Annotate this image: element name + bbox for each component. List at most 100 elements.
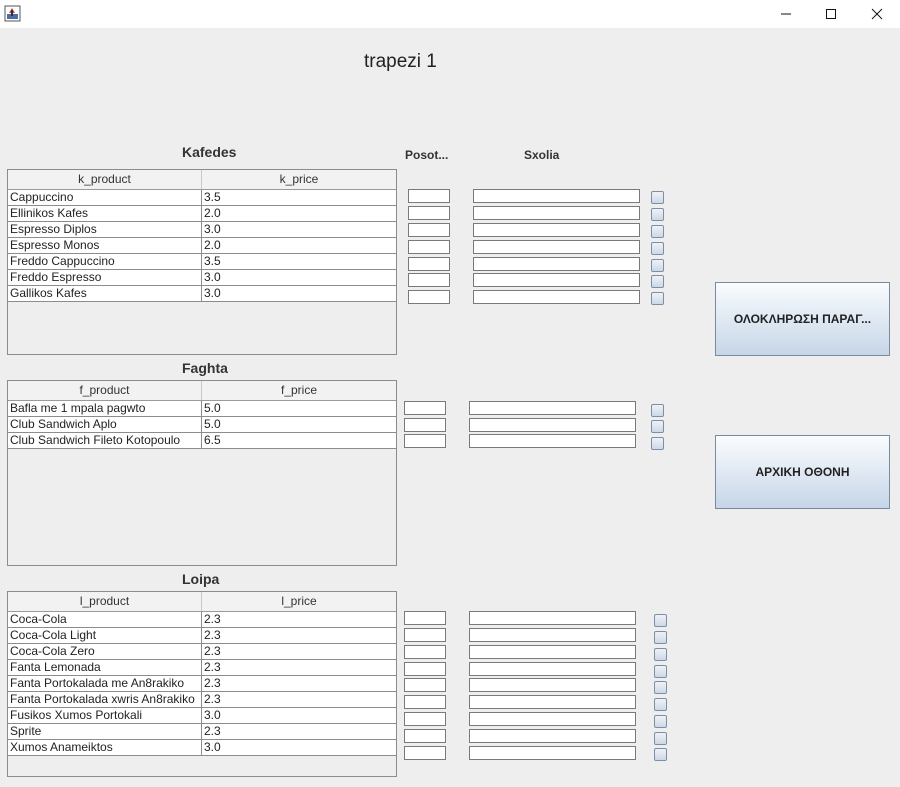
minimize-icon — [781, 13, 791, 15]
item-checkbox[interactable] — [654, 732, 667, 745]
column-header-product[interactable]: f_product — [8, 381, 202, 400]
table-kafedes[interactable]: k_product k_price Cappuccino 3.5 Elliniko… — [7, 169, 397, 355]
quantity-field[interactable] — [404, 678, 446, 692]
product-cell: Club Sandwich Fileto Kotopoulo — [8, 433, 202, 448]
table-row[interactable]: Cappuccino 3.5 — [8, 190, 396, 206]
table-row[interactable]: Club Sandwich Fileto Kotopoulo 6.5 — [8, 433, 396, 449]
item-checkbox[interactable] — [654, 614, 667, 627]
table-row[interactable]: Fusikos Xumos Portokali 3.0 — [8, 708, 396, 724]
comment-field[interactable] — [469, 434, 636, 448]
comment-field[interactable] — [469, 645, 636, 659]
item-checkbox[interactable] — [654, 715, 667, 728]
item-checkbox[interactable] — [651, 259, 664, 272]
table-row[interactable]: Freddo Espresso 3.0 — [8, 270, 396, 286]
price-cell: 2.3 — [204, 724, 221, 738]
table-faghta[interactable]: f_product f_price Bafla me 1 mpala pagwt… — [7, 380, 397, 566]
quantity-field[interactable] — [404, 662, 446, 676]
maximize-button[interactable] — [808, 0, 854, 28]
table-row[interactable]: Xumos Anameiktos 3.0 — [8, 740, 396, 756]
comment-field[interactable] — [473, 240, 640, 254]
column-header-product[interactable]: l_product — [8, 592, 202, 611]
comment-field[interactable] — [469, 401, 636, 415]
quantity-field[interactable] — [404, 645, 446, 659]
item-checkbox[interactable] — [654, 698, 667, 711]
table-row[interactable]: Freddo Cappuccino 3.5 — [8, 254, 396, 270]
table-row[interactable]: Coca-Cola 2.3 — [8, 612, 396, 628]
quantity-field[interactable] — [404, 628, 446, 642]
quantity-field[interactable] — [408, 189, 450, 203]
table-row[interactable]: Sprite 2.3 — [8, 724, 396, 740]
comment-field[interactable] — [469, 662, 636, 676]
product-cell: Freddo Cappuccino — [8, 254, 202, 269]
table-row[interactable]: Fanta Portokalada xwris An8rakiko 2.3 — [8, 692, 396, 708]
item-checkbox[interactable] — [654, 631, 667, 644]
item-checkbox[interactable] — [651, 225, 664, 238]
quantity-field[interactable] — [408, 240, 450, 254]
home-screen-button[interactable]: ΑΡΧΙΚΗ ΟΘΟΝΗ — [715, 435, 890, 509]
table-row[interactable]: Coca-Cola Light 2.3 — [8, 628, 396, 644]
comment-field[interactable] — [469, 712, 636, 726]
comment-field[interactable] — [469, 678, 636, 692]
comment-field[interactable] — [473, 257, 640, 271]
column-header-price[interactable]: f_price — [202, 381, 396, 400]
product-cell: Espresso Monos — [8, 238, 202, 253]
comment-field[interactable] — [469, 628, 636, 642]
price-cell: 3.5 — [204, 254, 221, 268]
comment-field[interactable] — [473, 206, 640, 220]
product-cell: Espresso Diplos — [8, 222, 202, 237]
item-checkbox[interactable] — [651, 404, 664, 417]
quantity-field[interactable] — [408, 290, 450, 304]
comment-field[interactable] — [469, 418, 636, 432]
item-checkbox[interactable] — [651, 275, 664, 288]
comment-field[interactable] — [469, 611, 636, 625]
item-checkbox[interactable] — [654, 665, 667, 678]
quantity-field[interactable] — [404, 418, 446, 432]
quantity-field[interactable] — [408, 273, 450, 287]
comment-field[interactable] — [473, 273, 640, 287]
item-checkbox[interactable] — [654, 681, 667, 694]
comment-field[interactable] — [469, 746, 636, 760]
item-checkbox[interactable] — [654, 648, 667, 661]
item-checkbox[interactable] — [654, 748, 667, 761]
item-checkbox[interactable] — [651, 191, 664, 204]
quantity-field[interactable] — [404, 712, 446, 726]
item-checkbox[interactable] — [651, 437, 664, 450]
table-loipa[interactable]: l_product l_price Coca-Cola 2.3 Coca-Cola… — [7, 591, 397, 777]
table-row[interactable]: Fanta Portokalada me An8rakiko 2.3 — [8, 676, 396, 692]
price-cell: 3.5 — [204, 190, 221, 204]
table-row[interactable]: Fanta Lemonada 2.3 — [8, 660, 396, 676]
table-row[interactable]: Club Sandwich Aplo 5.0 — [8, 417, 396, 433]
product-cell: Coca-Cola Light — [8, 628, 202, 643]
item-checkbox[interactable] — [651, 292, 664, 305]
quantity-field[interactable] — [408, 257, 450, 271]
table-row[interactable]: Gallikos Kafes 3.0 — [8, 286, 396, 302]
table-row[interactable]: Ellinikos Kafes 2.0 — [8, 206, 396, 222]
table-row[interactable]: Bafla me 1 mpala pagwto 5.0 — [8, 401, 396, 417]
minimize-button[interactable] — [763, 0, 809, 28]
item-checkbox[interactable] — [651, 420, 664, 433]
comment-field[interactable] — [469, 729, 636, 743]
column-header-price[interactable]: k_price — [202, 170, 396, 189]
item-checkbox[interactable] — [651, 242, 664, 255]
table-row[interactable]: Coca-Cola Zero 2.3 — [8, 644, 396, 660]
quantity-field[interactable] — [404, 746, 446, 760]
quantity-field[interactable] — [404, 729, 446, 743]
comment-field[interactable] — [473, 290, 640, 304]
quantity-field[interactable] — [404, 695, 446, 709]
column-header-product[interactable]: k_product — [8, 170, 202, 189]
quantity-field[interactable] — [408, 223, 450, 237]
quantity-field[interactable] — [404, 434, 446, 448]
comment-field[interactable] — [473, 189, 640, 203]
table-row[interactable]: Espresso Diplos 3.0 — [8, 222, 396, 238]
item-checkbox[interactable] — [651, 208, 664, 221]
comment-field[interactable] — [473, 223, 640, 237]
complete-order-button[interactable]: ΟΛΟΚΛΗΡΩΣΗ ΠΑΡΑΓ... — [715, 282, 890, 356]
comment-field[interactable] — [469, 695, 636, 709]
table-row[interactable]: Espresso Monos 2.0 — [8, 238, 396, 254]
quantity-field[interactable] — [408, 206, 450, 220]
quantity-field[interactable] — [404, 611, 446, 625]
product-cell: Ellinikos Kafes — [8, 206, 202, 221]
column-header-price[interactable]: l_price — [202, 592, 396, 611]
quantity-field[interactable] — [404, 401, 446, 415]
close-button[interactable] — [854, 0, 900, 28]
